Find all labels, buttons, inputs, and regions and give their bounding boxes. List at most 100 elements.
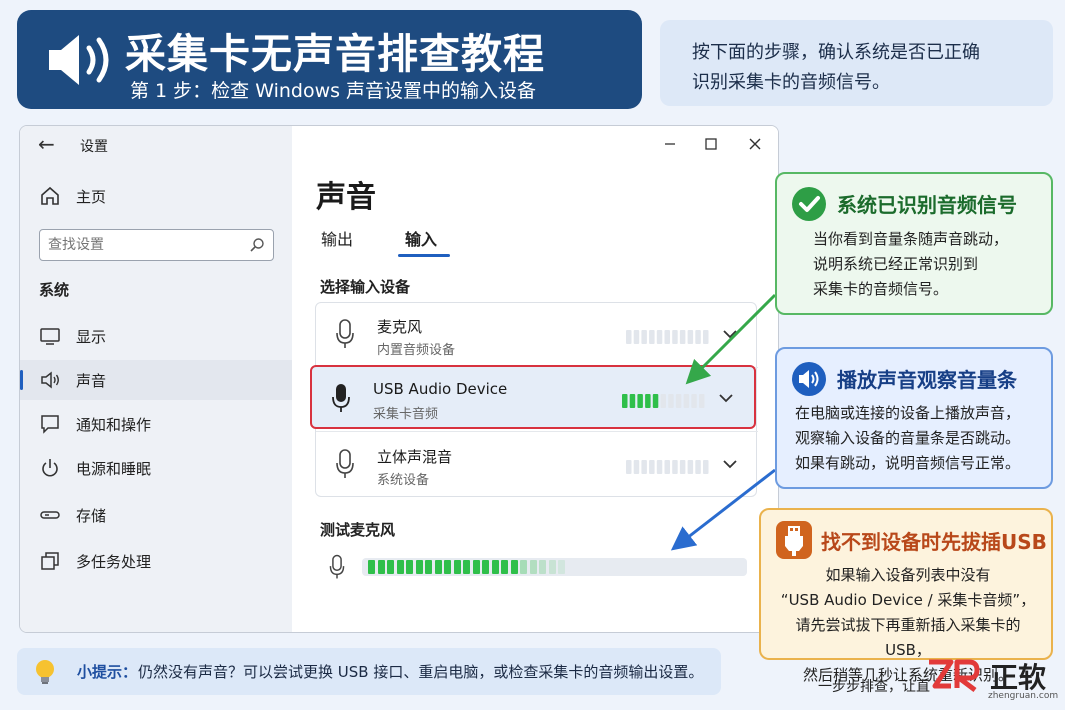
sidebar-item-notifications[interactable]: 通知和操作 [20, 404, 292, 444]
sidebar-item-storage[interactable]: 存储 [20, 495, 292, 535]
level-segment [406, 560, 413, 574]
page-title: 采集卡无声音排查教程 [125, 30, 545, 78]
tip-bar: 小提示： 仍然没有声音？可以尝试更换 USB 接口、重启电脑，或检查采集卡的音频… [17, 648, 721, 695]
speaker-icon [49, 35, 109, 85]
level-segment [368, 560, 375, 574]
level-segment [501, 560, 508, 574]
device-description: 系统设备 [377, 473, 430, 488]
sidebar-item-multitasking[interactable]: 多任务处理 [20, 541, 292, 581]
meter-segment [703, 460, 709, 474]
device-description: 采集卡音频 [373, 407, 439, 422]
tab-output[interactable]: 输出 [321, 226, 353, 250]
usb-plug-icon [776, 521, 812, 559]
meter-segment [672, 330, 678, 344]
meter-segment [626, 460, 632, 474]
callout-replug-usb: 找不到设备时先拔插USB 如果输入设备列表中没有 “USB Audio Devi… [759, 508, 1053, 684]
tip-text: 仍然没有声音？可以尝试更换 USB 接口、重启电脑，或检查采集卡的音频输出设置。 [138, 663, 704, 681]
chevron-down-icon[interactable] [722, 328, 738, 340]
level-segment [396, 560, 404, 574]
volume-meter [622, 394, 705, 408]
meter-segment [633, 330, 640, 344]
lightbulb-icon [36, 660, 54, 684]
back-arrow-icon[interactable]: ← [38, 132, 55, 156]
meter-segment [699, 394, 705, 408]
intro-line-2: 识别采集卡的音频信号。 [692, 72, 890, 93]
callout-line: 在电脑或连接的设备上播放声音， [795, 404, 1021, 422]
divider [316, 431, 758, 432]
search-input[interactable] [48, 234, 243, 256]
sound-heading: 声音 [316, 180, 376, 215]
storage-icon [40, 511, 60, 519]
sidebar-item-home[interactable]: 主页 [20, 176, 292, 216]
meter-segment [703, 330, 709, 344]
level-segment [491, 560, 499, 574]
sidebar-item-label: 电源和睡眠 [76, 460, 152, 478]
microphone-icon [332, 384, 350, 412]
monitor-icon [40, 328, 60, 345]
callout-title: 系统已识别音频信号 [837, 193, 1017, 217]
level-segment [529, 560, 537, 574]
meter-segment [649, 460, 655, 474]
level-segment [482, 560, 489, 574]
meter-segment [626, 330, 632, 344]
meter-segment [656, 330, 663, 344]
callout-play-sound: 播放声音观察音量条 在电脑或连接的设备上播放声音， 观察输入设备的音量条是否跳动… [775, 347, 1053, 489]
footer-text: 一步步排查，让直 [818, 679, 930, 695]
callout-line: 说明系统已经正常识别到 [813, 255, 979, 273]
sidebar-item-display[interactable]: 显示 [20, 316, 292, 356]
sidebar-item-sound[interactable]: 声音 [20, 360, 292, 400]
sidebar-item-label: 通知和操作 [76, 416, 152, 434]
meter-segment [641, 460, 647, 474]
chevron-down-icon[interactable] [722, 458, 738, 470]
meter-segment [675, 394, 682, 408]
maximize-icon[interactable] [701, 134, 721, 154]
device-name: USB Audio Device [373, 380, 508, 398]
meter-segment [664, 330, 670, 344]
meter-segment [637, 394, 643, 408]
window-title: 设置 [80, 139, 108, 155]
callout-title: 播放声音观察音量条 [837, 368, 1017, 392]
sidebar-item-power[interactable]: 电源和睡眠 [20, 448, 292, 488]
minimize-icon[interactable] [660, 134, 680, 154]
callout-line: 采集卡的音频信号。 [813, 280, 949, 298]
choose-input-device-label: 选择输入设备 [320, 278, 411, 296]
microphone-icon [336, 319, 354, 348]
volume-meter [626, 460, 709, 474]
page-subtitle: 第 1 步：检查 Windows 声音设置中的输入设备 [130, 80, 537, 102]
chevron-down-icon[interactable] [718, 392, 734, 404]
device-item-microphone[interactable]: 麦克风 内置音频设备 [316, 303, 758, 367]
meter-segment [656, 460, 663, 474]
level-segment [539, 560, 546, 574]
microphone-icon [336, 449, 354, 478]
zr-logo [929, 659, 980, 692]
callout-line: 如果输入设备列表中没有 [825, 566, 991, 584]
level-segment [377, 560, 385, 574]
search-icon [250, 238, 264, 252]
input-device-list: 麦克风 内置音频设备 USB Audio Device 采集卡音频 立体声混音 … [310, 302, 758, 497]
device-item-usb-audio[interactable]: USB Audio Device 采集卡音频 [310, 365, 756, 429]
intro-note: 按下面的步骤，确认系统是否已正确 识别采集卡的音频信号。 [660, 20, 1053, 106]
callout-title: 找不到设备时先拔插USB [821, 530, 1047, 554]
microphone-icon [329, 554, 345, 579]
tab-input[interactable]: 输入 [405, 226, 437, 250]
meter-segment [664, 460, 670, 474]
callout-recognized: 系统已识别音频信号 当你看到音量条随声音跳动， 说明系统已经正常识别到 采集卡的… [775, 172, 1053, 315]
meter-segment [687, 330, 694, 344]
active-tab-indicator [398, 254, 450, 257]
callout-line: “USB Audio Device / 采集卡音频”， [780, 591, 1036, 609]
level-segment [387, 560, 394, 574]
level-segment [548, 560, 556, 574]
device-name: 立体声混音 [377, 448, 453, 466]
level-segment [510, 560, 518, 574]
test-microphone-level-bar [362, 558, 747, 576]
device-item-stereo-mix[interactable]: 立体声混音 系统设备 [316, 433, 758, 497]
settings-content: 声音 输出 输入 选择输入设备 麦克风 内置音频设备 USB Audio Dev… [292, 126, 778, 632]
close-icon[interactable] [745, 134, 765, 154]
brand-url: zhengruan.com [988, 691, 1059, 701]
level-segment [415, 560, 423, 574]
intro-line-1: 按下面的步骤，确认系统是否已正确 [692, 42, 980, 63]
brand-name: 正软 [990, 661, 1047, 694]
level-segment [453, 560, 461, 574]
speaker-icon [792, 362, 826, 396]
search-box[interactable] [39, 229, 274, 261]
